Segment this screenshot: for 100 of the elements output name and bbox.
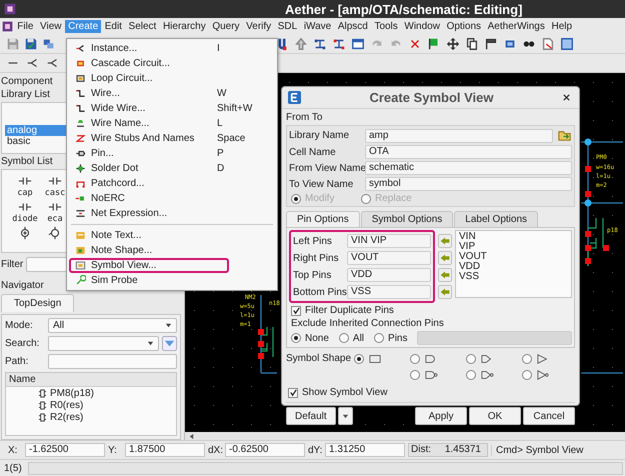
menu-item[interactable]: Select <box>125 20 160 33</box>
input-field[interactable]: VOUT <box>347 251 431 265</box>
menu-item[interactable]: Edit <box>101 20 126 33</box>
menu-item[interactable]: Window <box>401 20 444 33</box>
menu-item[interactable]: Hierarchy <box>160 20 210 33</box>
menu-item[interactable]: iWave <box>300 20 335 33</box>
menu-item[interactable]: Wide Wire... Shift+W <box>69 101 275 116</box>
dialog-button[interactable]: OK <box>469 407 521 425</box>
symbol-name[interactable]: cap <box>17 188 33 198</box>
symbol-name[interactable]: diode <box>12 214 38 224</box>
radio-button[interactable] <box>522 354 532 364</box>
windows-icon[interactable] <box>42 37 56 51</box>
list-item[interactable]: VIN <box>459 232 568 242</box>
menu-item[interactable]: Wire Stubs And Names Space <box>69 131 275 146</box>
menu-item[interactable]: AetherWings <box>484 20 548 33</box>
horizontal-scrollbar[interactable] <box>185 432 625 440</box>
symbol-name[interactable]: eca <box>47 214 63 224</box>
tree-item[interactable]: R2(res) <box>50 412 84 422</box>
input-field[interactable]: VSS <box>347 285 431 299</box>
menu-item[interactable]: Net Expression... <box>69 206 275 221</box>
move-icon[interactable] <box>446 37 460 51</box>
path-field[interactable] <box>48 354 177 369</box>
folder-arrow-icon[interactable] <box>557 128 572 143</box>
dialog-button[interactable]: Cancel <box>523 407 575 425</box>
app-icon <box>288 91 301 104</box>
input-field[interactable]: schematic <box>365 161 572 175</box>
radio-option[interactable]: All <box>338 332 364 344</box>
radio-option[interactable]: None <box>291 332 329 344</box>
nodes-icon[interactable] <box>313 37 327 51</box>
copy-icon[interactable] <box>465 37 479 51</box>
tree-item[interactable]: R0(res) <box>50 400 84 410</box>
menu-item[interactable]: Options <box>443 20 484 33</box>
menu-item[interactable]: Query <box>209 20 243 33</box>
radio-button[interactable] <box>466 370 476 380</box>
menu-item[interactable]: NoERC <box>69 191 275 206</box>
checkbox[interactable]: Filter Duplicate Pins <box>289 305 572 316</box>
input-field[interactable]: symbol <box>365 177 572 191</box>
stub-icon <box>75 133 86 144</box>
menu-item[interactable]: Wire Name... L <box>69 116 275 131</box>
menu-item[interactable]: Instance... I <box>69 41 275 56</box>
list-item[interactable]: VSS <box>459 272 568 282</box>
list-item[interactable]: VDD <box>459 262 568 272</box>
menu-item[interactable]: Patchcord... <box>69 176 275 191</box>
menu-item[interactable]: View <box>36 20 65 33</box>
tab[interactable]: Pin Options <box>286 211 360 227</box>
menu-item[interactable]: Wire... W <box>69 86 275 101</box>
arrow-up-icon[interactable] <box>294 37 308 51</box>
nodes-icon[interactable] <box>332 37 346 51</box>
input-field[interactable]: VIN VIP <box>347 234 431 248</box>
menu-item[interactable]: Note Text... <box>69 228 275 243</box>
left-arrow-icon[interactable] <box>188 432 195 440</box>
tree-item[interactable]: PM8(p18) <box>50 388 94 398</box>
menu-item[interactable]: Help <box>548 20 576 33</box>
save-check-icon[interactable] <box>24 37 38 51</box>
source-symbol-icon[interactable] <box>18 226 32 240</box>
radio-button[interactable] <box>410 354 420 364</box>
dialog-button[interactable]: Apply <box>415 407 467 425</box>
symbol-name[interactable]: casc <box>44 188 66 198</box>
menu-item[interactable]: Solder Dot D <box>69 161 275 176</box>
grid-icon[interactable] <box>560 37 574 51</box>
field-label: Cell Name <box>289 146 337 158</box>
input-field[interactable]: OTA <box>365 145 572 159</box>
menu-item[interactable]: Tools <box>371 20 402 33</box>
or-shape-icon <box>480 353 494 365</box>
search-field[interactable] <box>48 336 159 351</box>
menu-item[interactable]: Loop Circuit... <box>69 71 275 86</box>
group-label: From To <box>286 112 324 123</box>
dropdown-button[interactable] <box>338 407 353 425</box>
mode-dropdown[interactable]: All <box>48 318 177 333</box>
checkbox[interactable]: Show Symbol View <box>286 387 575 403</box>
tab[interactable]: Label Options <box>454 211 538 227</box>
radio-option[interactable]: Pins <box>374 332 408 344</box>
menu-item[interactable]: Alpscd <box>334 20 372 33</box>
input-field[interactable]: amp <box>365 128 553 142</box>
filter-button-icon[interactable] <box>162 336 177 351</box>
list-item[interactable]: VIP <box>459 242 568 252</box>
default-button[interactable]: Default <box>286 407 336 425</box>
radio-button[interactable] <box>466 354 476 364</box>
column-header[interactable]: Name <box>9 374 36 385</box>
chip-icon[interactable] <box>1 20 14 33</box>
menu-item[interactable]: SDL <box>274 20 301 33</box>
menu-item[interactable]: Symbol View... <box>69 258 229 273</box>
menu-item[interactable]: Verify <box>242 20 274 33</box>
source-symbol-icon[interactable] <box>48 226 62 240</box>
menu-item[interactable]: Pin... P <box>69 146 275 161</box>
window-icon[interactable] <box>351 37 365 51</box>
radio-button[interactable] <box>354 354 364 364</box>
input-field[interactable]: VDD <box>347 268 431 282</box>
menu-item[interactable]: Sim Probe <box>69 273 275 288</box>
radio-button[interactable] <box>410 370 420 380</box>
menu-item[interactable]: File <box>14 20 37 33</box>
menu-item[interactable]: Note Shape... <box>69 243 275 258</box>
radio-button[interactable] <box>522 370 532 380</box>
tab[interactable]: Symbol Options <box>360 211 454 227</box>
close-icon[interactable] <box>562 93 571 102</box>
tab[interactable]: TopDesign <box>1 294 74 312</box>
document-icon[interactable] <box>541 37 555 51</box>
menu-item[interactable]: Cascade Circuit... <box>69 56 275 71</box>
pins-field[interactable] <box>417 331 572 345</box>
list-item[interactable]: VOUT <box>459 252 568 262</box>
